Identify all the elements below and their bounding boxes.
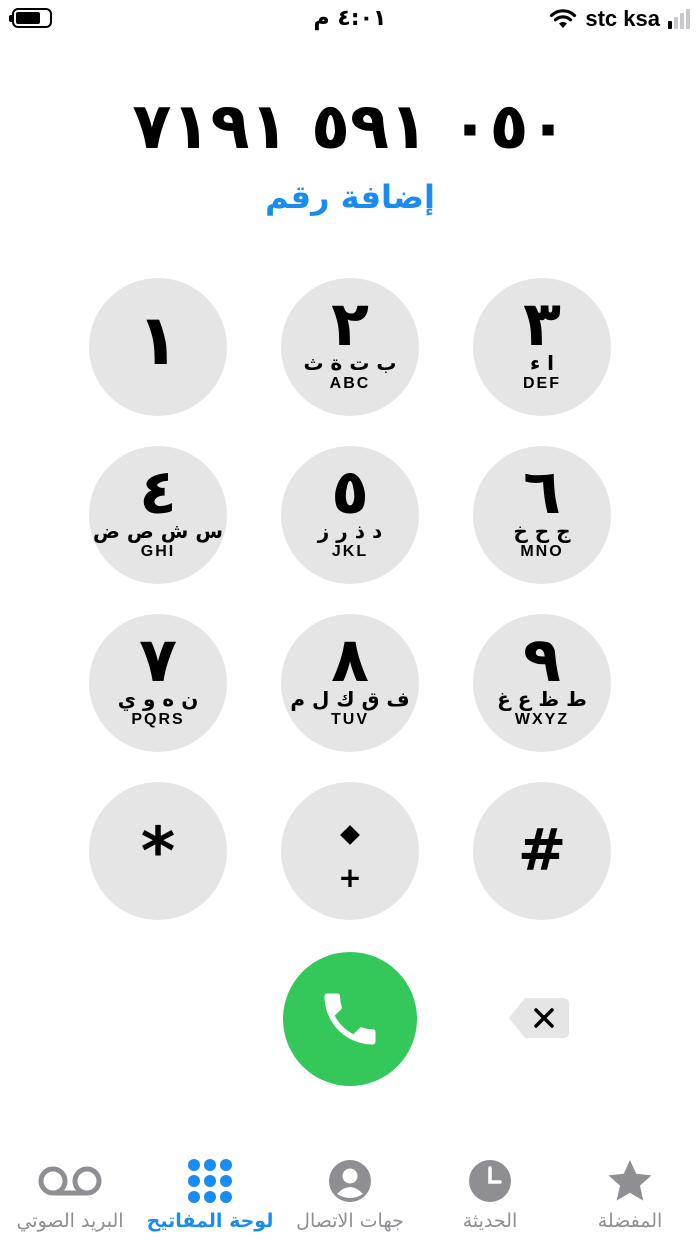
- key-digit: ٢: [331, 287, 369, 360]
- key-digit: ٩: [523, 623, 561, 696]
- star-symbol: *: [140, 813, 176, 890]
- tab-label: لوحة المفاتيح: [146, 1210, 274, 1232]
- tab-bar: البريد الصوتي لوحة المفاتيح جهات الاتصال…: [0, 1150, 700, 1245]
- keypad-icon: [188, 1159, 232, 1203]
- key-3[interactable]: ٣ ا ء DEF: [473, 278, 611, 416]
- key-arabic-letters: ن ه و ي: [117, 687, 199, 711]
- key-latin-letters: ABC: [329, 375, 371, 392]
- delete-button[interactable]: [505, 994, 571, 1042]
- status-right: stc ksa: [549, 4, 690, 34]
- tab-voicemail[interactable]: البريد الصوتي: [0, 1158, 140, 1232]
- person-icon: [329, 1160, 371, 1202]
- tab-recents[interactable]: الحديثة: [420, 1158, 560, 1232]
- key-9[interactable]: ٩ ط ظ ع غ WXYZ: [473, 614, 611, 752]
- tab-contacts[interactable]: جهات الاتصال: [280, 1158, 420, 1232]
- key-star[interactable]: *: [89, 782, 227, 920]
- key-digit: ٦: [523, 455, 561, 528]
- status-bar: ٤:٠١ م stc ksa: [0, 0, 700, 40]
- tab-favorites[interactable]: المفضلة: [560, 1158, 700, 1232]
- plus-symbol: +: [338, 861, 362, 894]
- call-button[interactable]: [283, 952, 417, 1086]
- key-8[interactable]: ٨ ف ق ك ل م TUV: [281, 614, 419, 752]
- carrier-name: stc ksa: [585, 6, 660, 31]
- key-arabic-letters: ج ح خ: [513, 519, 571, 543]
- key-6[interactable]: ٦ ج ح خ MNO: [473, 446, 611, 584]
- key-latin-letters: JKL: [331, 543, 369, 560]
- key-7[interactable]: ٧ ن ه و ي PQRS: [89, 614, 227, 752]
- status-time: ٤:٠١ م: [313, 6, 387, 31]
- phone-icon: [324, 993, 376, 1045]
- key-0[interactable]: +: [281, 782, 419, 920]
- key-1[interactable]: ١: [89, 278, 227, 416]
- battery-icon: [9, 8, 52, 28]
- signal-strength-icon: [668, 9, 690, 29]
- voicemail-icon: [38, 1166, 102, 1196]
- tab-label: الحديثة: [462, 1210, 518, 1232]
- key-digit: ١: [136, 299, 180, 381]
- key-arabic-letters: س ش ص ض: [93, 519, 223, 543]
- key-arabic-letters: ا ء: [529, 351, 555, 375]
- key-4[interactable]: ٤ س ش ص ض GHI: [89, 446, 227, 584]
- key-latin-letters: TUV: [331, 711, 369, 728]
- key-digit: ٤: [139, 455, 177, 528]
- wifi-icon: [550, 9, 577, 28]
- zero-diamond-icon: [340, 825, 360, 845]
- key-arabic-letters: ط ظ ع غ: [497, 687, 587, 711]
- key-digit: ٨: [331, 623, 369, 696]
- star-icon: [608, 1160, 652, 1201]
- key-arabic-letters: ف ق ك ل م: [290, 687, 410, 711]
- key-latin-letters: MNO: [520, 543, 564, 560]
- key-arabic-letters: ب ت ة ث: [303, 351, 397, 375]
- key-latin-letters: GHI: [140, 543, 176, 560]
- key-hash[interactable]: #: [473, 782, 611, 920]
- key-2[interactable]: ٢ ب ت ة ث ABC: [281, 278, 419, 416]
- tab-label: جهات الاتصال: [296, 1210, 404, 1232]
- key-arabic-letters: د ذ ر ز: [317, 519, 383, 543]
- dialed-number: ٠٥٠ ٥٩١ ٧١٩١: [132, 90, 568, 164]
- key-digit: ٧: [139, 623, 177, 696]
- key-5[interactable]: ٥ د ذ ر ز JKL: [281, 446, 419, 584]
- add-number-link[interactable]: إضافة رقم: [0, 178, 700, 216]
- tab-label: المفضلة: [597, 1210, 663, 1232]
- clock-icon: [469, 1160, 511, 1202]
- hash-symbol: #: [517, 816, 567, 884]
- tab-label: البريد الصوتي: [16, 1210, 124, 1232]
- tab-keypad[interactable]: لوحة المفاتيح: [140, 1158, 280, 1232]
- key-latin-letters: WXYZ: [514, 711, 570, 728]
- key-latin-letters: DEF: [523, 375, 561, 392]
- key-latin-letters: PQRS: [131, 711, 185, 728]
- key-digit: ٣: [523, 287, 561, 360]
- key-digit: ٥: [331, 455, 369, 528]
